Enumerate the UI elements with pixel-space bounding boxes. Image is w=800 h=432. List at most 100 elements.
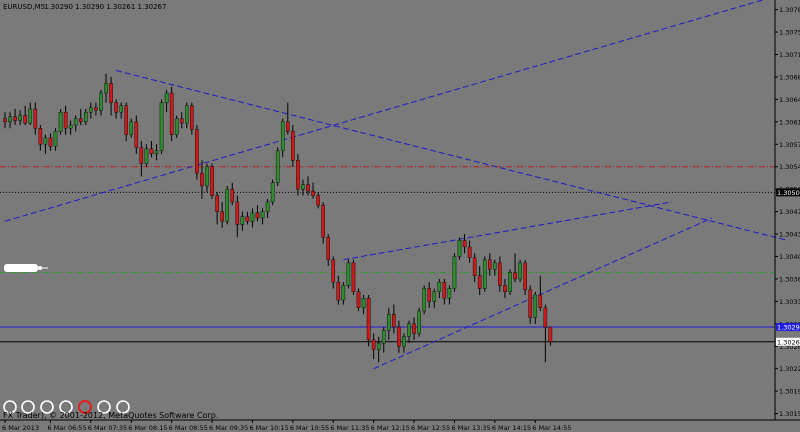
candle — [518, 259, 522, 283]
candle — [452, 253, 457, 292]
candle-body — [154, 150, 159, 155]
candle-body — [392, 313, 396, 328]
candle — [508, 269, 512, 295]
candle-body — [533, 294, 538, 318]
candle — [356, 288, 361, 311]
candle-body — [28, 108, 33, 124]
candle-body — [457, 240, 462, 257]
candle-body — [427, 288, 432, 302]
y-tick-label: 1.30610 — [779, 118, 800, 126]
candle — [422, 285, 426, 315]
candle-body — [321, 204, 325, 238]
candle-body — [452, 256, 457, 289]
candle — [291, 125, 295, 167]
candle — [225, 185, 230, 225]
candle-body — [109, 83, 113, 103]
candle — [210, 163, 214, 199]
candle-body — [286, 121, 290, 132]
candle — [321, 201, 325, 244]
candle-body — [89, 107, 93, 113]
candle-body — [83, 112, 88, 123]
candle-body — [548, 326, 553, 342]
candle-body — [356, 291, 361, 308]
candle-body — [331, 259, 336, 283]
candle-body — [316, 195, 320, 206]
candle-body — [260, 211, 265, 219]
candle-body — [3, 118, 7, 123]
candle-body — [417, 310, 421, 334]
candle-body — [195, 129, 199, 174]
candle-body — [18, 115, 22, 121]
candle — [296, 153, 300, 196]
candle-body — [255, 212, 260, 219]
x-tick-label: 6 Mar 14:15 — [492, 424, 531, 432]
candle-body — [144, 148, 149, 164]
y-tick-label: 1.30365 — [779, 275, 800, 283]
candle-body — [94, 107, 98, 111]
candle-body — [477, 275, 482, 289]
candle-body — [179, 118, 184, 124]
candle-body — [371, 339, 376, 350]
candle-body — [174, 118, 179, 135]
candle-body — [346, 262, 351, 286]
candle-body — [387, 313, 391, 331]
candle-body — [114, 102, 118, 113]
candle-body — [376, 342, 381, 350]
x-tick-label: 6 Mar 10:55 — [290, 424, 329, 432]
candle-body — [99, 92, 103, 111]
candle-body — [397, 326, 401, 347]
candle-body — [190, 105, 194, 130]
candle — [174, 115, 179, 138]
candle-body — [326, 237, 331, 260]
candle — [523, 259, 527, 295]
candle-body — [412, 323, 416, 334]
candle-body — [543, 307, 548, 328]
y-tick-label: 1.30645 — [779, 96, 800, 104]
price-tag-label: 1.30267 — [777, 338, 800, 346]
candle-body — [437, 281, 442, 292]
candle-body — [8, 116, 12, 123]
y-tick-label: 1.30225 — [779, 365, 800, 373]
x-tick-label: 6 Mar 08:15 — [128, 424, 167, 432]
symbol-label: EURUSD,M5 — [3, 3, 45, 11]
x-tick-label: 6 Mar 11:35 — [330, 424, 369, 432]
candle — [270, 179, 275, 206]
x-tick-label: 6 Mar 09:35 — [209, 424, 248, 432]
y-tick-label: 1.30155 — [779, 410, 800, 418]
candle-body — [482, 259, 487, 289]
y-tick-label: 1.30575 — [779, 141, 800, 149]
candle — [195, 125, 199, 180]
candle — [169, 86, 174, 142]
candle-body — [301, 184, 305, 190]
candle-body — [33, 108, 38, 129]
candle-body — [230, 188, 235, 203]
x-tick-label: 6 Mar 08:55 — [169, 424, 208, 432]
candle-body — [336, 281, 341, 301]
candle-body — [442, 281, 447, 299]
candle-body — [462, 240, 467, 248]
candle-body — [306, 184, 310, 192]
x-tick-label: 6 Mar 14:55 — [532, 424, 571, 432]
candle-body — [169, 92, 174, 135]
candle-body — [38, 128, 43, 145]
candle-body — [291, 131, 295, 161]
candle-body — [159, 102, 164, 151]
candle-body — [235, 201, 240, 225]
candle-body — [53, 131, 58, 147]
candle-body — [43, 137, 48, 145]
x-tick-label: 6 Mar 07:35 — [88, 424, 127, 432]
price-chart[interactable]: 1.30785 1.30750 1.30715 1.30680 1.30645 1.306… — [0, 0, 800, 432]
candle-body — [447, 288, 452, 299]
candle-body — [472, 257, 477, 276]
candle-body — [407, 323, 411, 337]
candle-body — [265, 201, 270, 212]
candle-body — [78, 118, 83, 123]
candle — [275, 147, 280, 186]
candle-body — [538, 294, 543, 308]
price-tag-label: 1.30290 — [777, 324, 800, 332]
candle-body — [200, 172, 204, 187]
x-tick-label: 6 Mar 2013 — [2, 424, 39, 432]
copyright-label: FX Trader), © 2001-2012, MetaQuotes Soft… — [3, 411, 218, 420]
y-tick-label: 1.30330 — [779, 298, 800, 306]
candle-body — [225, 188, 230, 222]
